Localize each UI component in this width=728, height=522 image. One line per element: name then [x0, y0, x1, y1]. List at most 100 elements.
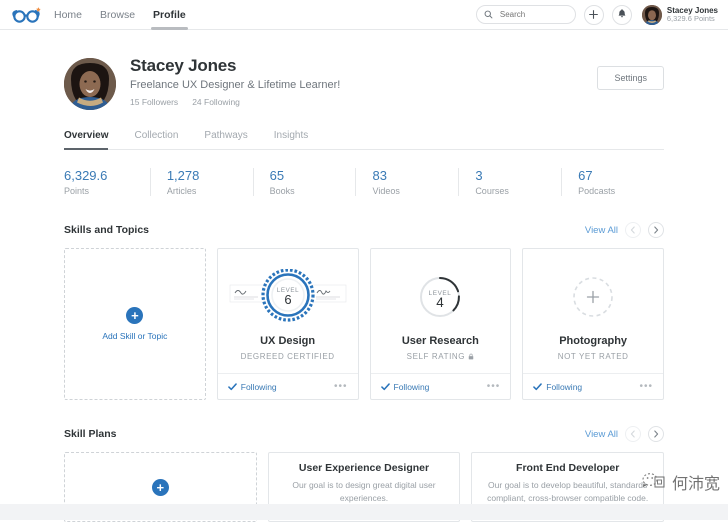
- followers-count[interactable]: 15 Followers: [130, 97, 178, 107]
- degreed-glasses-logo[interactable]: [10, 5, 44, 25]
- self-rating-badge: LEVEL 4: [371, 269, 511, 325]
- stat-courses[interactable]: 3 Courses: [458, 168, 561, 196]
- plus-icon: +: [126, 307, 144, 324]
- search-icon: [484, 10, 493, 19]
- chevron-right-icon: [654, 430, 659, 438]
- notifications-button[interactable]: [611, 4, 632, 25]
- skill-card-user-research[interactable]: LEVEL 4 User Research SELF RATING Follow…: [369, 248, 512, 400]
- skill-card-footer: Following •••: [217, 373, 358, 399]
- more-options-icon[interactable]: •••: [639, 381, 653, 392]
- tab-insights[interactable]: Insights: [274, 130, 308, 149]
- settings-button[interactable]: Settings: [597, 66, 664, 90]
- add-skill-label: Add Skill or Topic: [102, 331, 168, 341]
- profile-tabs: Overview Collection Pathways Insights: [64, 130, 664, 150]
- plans-section-controls: View All: [585, 426, 664, 442]
- plan-description: Our goal is to develop beautiful, standa…: [487, 480, 649, 503]
- stat-label: Points: [64, 186, 90, 196]
- skill-card-footer: Following •••: [523, 373, 663, 399]
- following-count[interactable]: 24 Following: [192, 97, 240, 107]
- skills-prev-button[interactable]: [625, 222, 641, 238]
- following-status[interactable]: Following: [227, 381, 277, 392]
- check-icon: [533, 382, 543, 390]
- stat-points[interactable]: 6,329.6 Points: [64, 168, 150, 196]
- skill-card-ux-design[interactable]: LEVEL 6 UX Design DEGREED CERTIFIED Foll…: [216, 248, 359, 400]
- svg-text:4: 4: [437, 295, 445, 310]
- chevron-right-icon: [654, 226, 659, 234]
- page-title: Stacey Jones: [130, 56, 237, 75]
- more-options-icon[interactable]: •••: [487, 381, 501, 392]
- page-content: Stacey Jones Freelance UX Designer & Lif…: [0, 30, 728, 522]
- skills-view-all-link[interactable]: View All: [585, 225, 618, 236]
- primary-nav-links: Home Browse Profile: [54, 0, 188, 30]
- watermark-text: 何沛宽: [671, 474, 720, 493]
- stat-label: Courses: [475, 186, 509, 196]
- skill-subtitle: DEGREED CERTIFIED: [241, 352, 335, 361]
- stat-label: Articles: [166, 186, 197, 196]
- plan-title: Front End Developer: [516, 462, 620, 474]
- svg-text:6: 6: [284, 292, 291, 307]
- stat-videos[interactable]: 83 Videos: [355, 168, 458, 196]
- nav-link-browse[interactable]: Browse: [100, 0, 135, 30]
- stat-value: 83: [372, 168, 387, 183]
- following-status[interactable]: Following: [380, 382, 429, 392]
- more-options-icon[interactable]: •••: [334, 381, 348, 392]
- profile-header: Stacey Jones Freelance UX Designer & Lif…: [64, 30, 664, 110]
- plans-section-title: Skill Plans: [64, 428, 117, 440]
- skill-card-photography[interactable]: Photography NOT YET RATED Following •••: [522, 248, 664, 400]
- stat-value: 67: [578, 168, 593, 183]
- check-icon: [380, 382, 390, 390]
- skills-section-header: Skills and Topics View All: [64, 222, 664, 238]
- skills-section-title: Skills and Topics: [64, 224, 149, 236]
- stat-value: 3: [475, 168, 483, 183]
- plans-section-header: Skill Plans View All: [64, 426, 664, 442]
- profile-page: Stacey Jones Freelance UX Designer & Lif…: [0, 30, 728, 522]
- search-box[interactable]: [475, 5, 576, 24]
- following-label: Following: [240, 381, 277, 392]
- skill-subtitle-text: NOT YET RATED: [557, 352, 629, 361]
- user-meta: Stacey Jones 6,329.6 Points: [667, 6, 718, 24]
- skill-title: UX Design: [260, 335, 316, 347]
- nav-link-home[interactable]: Home: [54, 0, 82, 30]
- bell-icon: [618, 9, 626, 18]
- stat-value: 1,278: [166, 168, 200, 183]
- certified-badge: LEVEL 6: [218, 269, 358, 325]
- user-menu[interactable]: Stacey Jones 6,329.6 Points: [641, 4, 718, 25]
- skill-subtitle-text: SELF RATING: [406, 352, 466, 361]
- following-status[interactable]: Following: [533, 382, 582, 392]
- profile-tagline: Freelance UX Designer & Lifetime Learner…: [130, 79, 341, 91]
- top-nav-right-cluster: Stacey Jones 6,329.6 Points: [475, 4, 718, 25]
- page-bottom-strip: [0, 504, 728, 520]
- skill-subtitle: NOT YET RATED: [558, 352, 629, 361]
- stat-podcasts[interactable]: 67 Podcasts: [561, 168, 664, 196]
- profile-follow-counts: 15 Followers 24 Following: [130, 97, 340, 107]
- stat-label: Books: [269, 186, 295, 196]
- avatar: [641, 4, 662, 25]
- add-button[interactable]: [583, 4, 604, 25]
- plus-icon: +: [151, 478, 169, 496]
- tab-overview[interactable]: Overview: [64, 130, 109, 150]
- stat-label: Podcasts: [578, 186, 616, 196]
- stat-articles[interactable]: 1,278 Articles: [149, 168, 253, 196]
- tab-pathways[interactable]: Pathways: [204, 130, 247, 149]
- plans-prev-button[interactable]: [625, 426, 641, 442]
- profile-identity: Stacey Jones Freelance UX Designer & Lif…: [130, 56, 340, 107]
- skills-card-list: + Add Skill or Topic LEVEL 6 UX Design D…: [64, 248, 664, 400]
- skill-subtitle-text: DEGREED CERTIFIED: [240, 352, 335, 361]
- lock-icon: [468, 353, 474, 360]
- stat-value: 6,329.6: [64, 168, 108, 183]
- unrated-badge: [523, 269, 663, 325]
- plus-icon: [589, 10, 599, 19]
- add-skill-card[interactable]: + Add Skill or Topic: [64, 248, 206, 400]
- skills-section-controls: View All: [585, 222, 664, 238]
- search-input[interactable]: [497, 9, 568, 20]
- nav-link-profile[interactable]: Profile: [151, 0, 188, 30]
- stat-books[interactable]: 65 Books: [252, 168, 356, 196]
- tab-collection[interactable]: Collection: [134, 130, 178, 149]
- chevron-left-icon: [630, 430, 635, 438]
- plans-view-all-link[interactable]: View All: [585, 429, 618, 440]
- skills-next-button[interactable]: [648, 222, 664, 238]
- skill-title: User Research: [401, 335, 479, 347]
- plans-next-button[interactable]: [648, 426, 664, 442]
- check-icon: [227, 382, 237, 390]
- stats-row: 6,329.6 Points 1,278 Articles 65 Books 8…: [64, 168, 664, 196]
